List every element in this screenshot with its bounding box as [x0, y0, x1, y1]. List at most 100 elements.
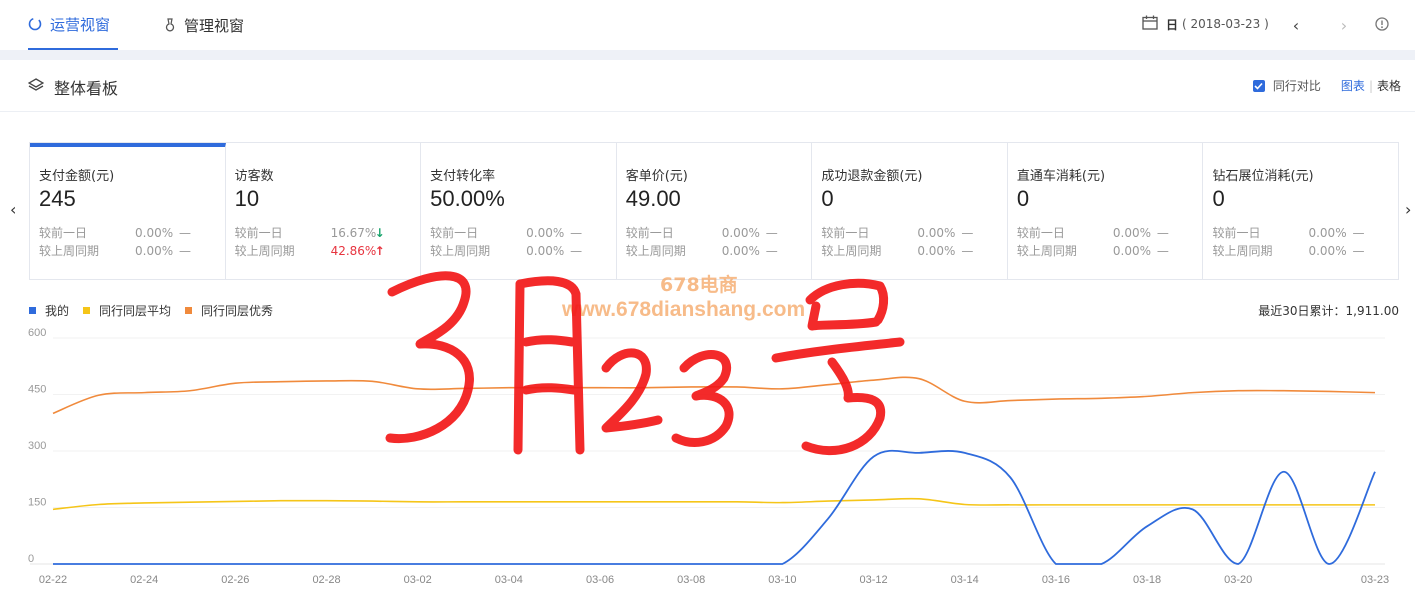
x-tick-label: 03-06	[586, 574, 614, 586]
metric-name: 客单价(元)	[625, 169, 688, 184]
metric-name: 访客数	[234, 169, 274, 184]
arrow-down-icon: ↓	[374, 226, 385, 240]
legend-item-excellent[interactable]: 同行同层优秀	[185, 302, 273, 319]
compare-label: 较前一日	[1212, 226, 1261, 240]
x-tick-label: 03-16	[1042, 574, 1070, 586]
date-unit: 日	[1166, 17, 1179, 32]
legend-label: 我的	[45, 304, 70, 318]
chevron-left-icon: ‹	[10, 200, 17, 219]
trend-dash: —	[1352, 244, 1365, 258]
trend-dash: —	[1156, 244, 1169, 258]
y-tick-label: 450	[28, 384, 46, 396]
compare-pct: 0.00%	[917, 244, 956, 258]
prev-date-button[interactable]: ‹	[1286, 13, 1306, 37]
compare-pct: 0.00%	[1308, 244, 1347, 258]
compare-label: 较上周同期	[430, 244, 491, 258]
layers-icon	[27, 77, 45, 97]
metric-value: 0	[1212, 186, 1225, 211]
compare-label: 较上周同期	[39, 244, 100, 258]
metric-name: 钻石展位消耗(元)	[1212, 169, 1314, 184]
info-icon	[1375, 16, 1389, 35]
trend-dash: —	[1156, 226, 1169, 240]
top-separator	[0, 50, 1415, 60]
x-tick-label: 03-08	[677, 574, 705, 586]
trend-dash: —	[570, 226, 583, 240]
info-button[interactable]	[1372, 13, 1392, 37]
legend-item-avg[interactable]: 同行同层平均	[83, 302, 171, 319]
compare-pct: 0.00%	[917, 226, 956, 240]
thirty-day-total: 最近30日累计：1,911.00	[1258, 304, 1399, 318]
date-picker[interactable]: 日 ( 2018-03-23 )	[1142, 15, 1269, 33]
management-icon	[165, 18, 176, 32]
metric-value: 0	[1016, 186, 1030, 211]
legend-swatch	[29, 307, 36, 314]
top-tab-bar: 运营视窗 管理视窗 日 ( 2018-03-23 ) ‹ ›	[0, 0, 1415, 50]
compare-pct: 42.86%	[330, 244, 377, 258]
section-title: 整体看板	[27, 75, 119, 99]
cards-prev-button[interactable]: ‹	[10, 200, 16, 219]
tab-management-label: 管理视窗	[184, 16, 245, 35]
section-title-text: 整体看板	[54, 79, 119, 98]
trend-dash: —	[1352, 226, 1365, 240]
handwritten-annotation	[385, 271, 905, 456]
metric-name: 成功退款金额(元)	[821, 169, 923, 184]
date-value: ( 2018-03-23 )	[1182, 17, 1269, 31]
compare-label: 较前一日	[821, 226, 870, 240]
metric-card-conversion[interactable]: 支付转化率 50.00% 较前一日 0.00% — 较上周同期 0.00% —	[421, 143, 617, 279]
compare-pct: 0.00%	[135, 226, 174, 240]
compare-label: 较前一日	[625, 226, 674, 240]
view-controls: 同行对比 图表 | 表格	[1252, 77, 1401, 94]
x-tick-label: 03-10	[768, 574, 796, 586]
legend-label: 同行同层平均	[99, 304, 172, 318]
metric-card-ztc[interactable]: 直通车消耗(元) 0 较前一日 0.00% — 较上周同期 0.00% —	[1008, 143, 1204, 279]
legend-item-mine[interactable]: 我的	[29, 302, 69, 319]
y-tick-label: 0	[28, 553, 34, 565]
cards-next-button[interactable]: ›	[1405, 200, 1411, 219]
metric-value: 0	[821, 186, 834, 211]
legend-swatch	[83, 307, 91, 314]
metric-card-refund[interactable]: 成功退款金额(元) 0 较前一日 0.00% — 较上周同期 0.00% —	[812, 143, 1008, 279]
x-tick-label: 03-18	[1133, 574, 1161, 586]
metric-name: 直通车消耗(元)	[1016, 169, 1106, 184]
x-tick-label: 02-22	[39, 574, 67, 586]
metric-card-visitors[interactable]: 访客数 10 较前一日 16.67% ↓ 较上周同期 42.86% ↑	[226, 143, 422, 279]
legend-label: 同行同层优秀	[201, 304, 274, 318]
compare-label: 较前一日	[234, 226, 283, 240]
metric-card-payment[interactable]: 支付金额(元) 245 较前一日 0.00% — 较上周同期 0.00% —	[30, 143, 226, 279]
view-separator: |	[1368, 78, 1373, 93]
compare-label: 较上周同期	[1016, 244, 1077, 258]
tab-management[interactable]: 管理视窗	[165, 0, 265, 50]
y-tick-label: 300	[28, 440, 46, 452]
compare-pct: 0.00%	[526, 244, 565, 258]
tab-operations[interactable]: 运营视窗	[28, 0, 118, 50]
trend-dash: —	[765, 226, 778, 240]
chevron-left-icon: ‹	[1292, 15, 1300, 35]
metric-card-diamond[interactable]: 钻石展位消耗(元) 0 较前一日 0.00% — 较上周同期 0.00% —	[1203, 143, 1398, 279]
section-header: 整体看板 同行对比 图表 | 表格	[0, 60, 1415, 112]
trend-dash: —	[765, 244, 778, 258]
y-tick-label: 600	[28, 327, 46, 339]
x-tick-label: 03-20	[1224, 574, 1252, 586]
compare-pct: 0.00%	[1112, 226, 1152, 240]
compare-label: 较上周同期	[234, 244, 295, 258]
calendar-icon	[1142, 15, 1158, 33]
view-table-link[interactable]: 表格	[1377, 77, 1401, 94]
compare-pct: 0.00%	[1308, 226, 1347, 240]
operations-icon	[28, 17, 42, 31]
compare-checkbox[interactable]	[1252, 79, 1265, 92]
compare-label: 较前一日	[39, 226, 88, 240]
x-tick-label: 03-12	[859, 574, 887, 586]
metric-name: 支付转化率	[430, 169, 496, 184]
metric-value: 245	[39, 186, 76, 211]
legend-swatch	[185, 307, 193, 314]
chart-legend: 我的 同行同层平均 同行同层优秀	[29, 302, 287, 319]
metric-value: 10	[234, 186, 260, 211]
metric-name: 支付金额(元)	[39, 169, 115, 184]
metric-card-avg-price[interactable]: 客单价(元) 49.00 较前一日 0.00% — 较上周同期 0.00% —	[617, 143, 813, 279]
compare-pct: 16.67%	[330, 226, 377, 240]
view-chart-link[interactable]: 图表	[1341, 77, 1365, 94]
x-tick-label: 03-23	[1361, 574, 1389, 586]
compare-pct: 0.00%	[135, 244, 174, 258]
next-date-button[interactable]: ›	[1334, 13, 1354, 37]
compare-label[interactable]: 同行对比	[1273, 77, 1321, 94]
